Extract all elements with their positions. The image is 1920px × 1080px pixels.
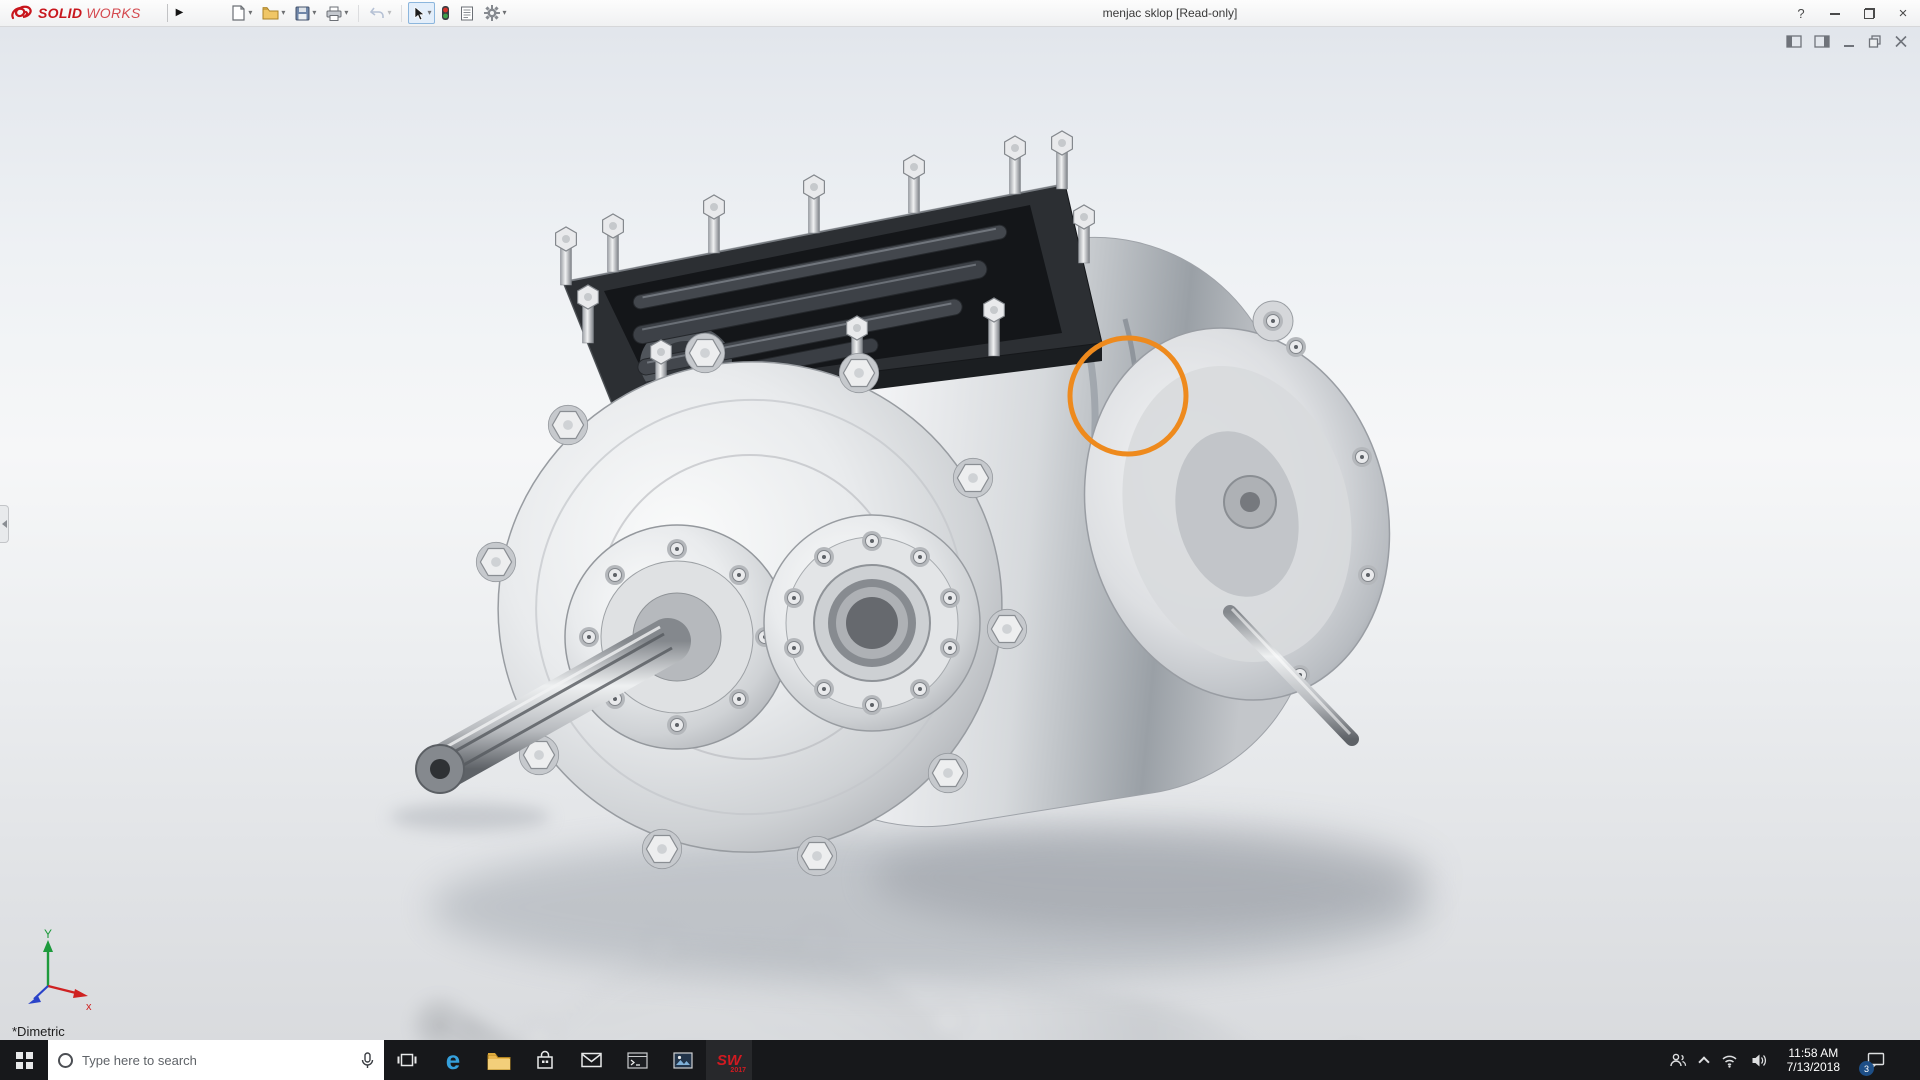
dropdown-caret[interactable]: ▾: [248, 9, 252, 17]
photos-icon: [673, 1051, 693, 1069]
dropdown-caret[interactable]: ▾: [502, 9, 506, 17]
collapsed-panel-tab[interactable]: [0, 505, 9, 543]
save-floppy-icon: [295, 6, 310, 20]
chevron-left-icon: [1, 520, 7, 528]
edge-icon: e: [445, 1045, 461, 1075]
undo-button[interactable]: ▾: [365, 2, 395, 24]
task-view-icon: [397, 1053, 417, 1067]
taskbar-app-photos[interactable]: [660, 1040, 706, 1080]
open-folder-icon: [262, 7, 279, 20]
people-icon[interactable]: [1669, 1052, 1687, 1068]
start-button[interactable]: [0, 1040, 48, 1080]
window-controls: ? ×: [1784, 0, 1920, 27]
graphics-viewport[interactable]: Y x *Dimetric: [0, 27, 1920, 1040]
restore-button[interactable]: [1852, 0, 1886, 27]
open-button[interactable]: ▾: [258, 2, 289, 24]
taskbar-search[interactable]: [48, 1040, 384, 1080]
file-explorer-icon: [487, 1052, 511, 1070]
store-bag-icon: [537, 1050, 553, 1069]
search-input[interactable]: [82, 1052, 352, 1068]
rebuild-button[interactable]: [437, 2, 454, 24]
ground-shadow: [870, 822, 1430, 932]
rebuild-trafficlight-icon: [442, 6, 450, 20]
close-icon: ×: [1898, 5, 1908, 22]
minimize-document-icon[interactable]: [1842, 35, 1856, 48]
solidworks-year-label: 2017: [730, 1067, 746, 1074]
x-axis-arrow: [73, 989, 88, 998]
logo-text-solid: SOLID: [38, 5, 83, 21]
wifi-icon[interactable]: [1721, 1053, 1738, 1068]
solidworks-taskbar-icon: SW: [716, 1051, 742, 1069]
taskbar-app-edge[interactable]: e: [430, 1040, 476, 1080]
gearbox-assembly-model[interactable]: [416, 131, 1428, 885]
new-document-icon: [232, 5, 245, 21]
action-center-button[interactable]: 3: [1859, 1040, 1893, 1080]
terminal-icon: [626, 1051, 648, 1069]
taskbar-clock[interactable]: 11:58 AM 7/13/2018: [1781, 1046, 1846, 1074]
dropdown-caret[interactable]: ▾: [427, 9, 431, 17]
taskbar-app-mail[interactable]: [568, 1040, 614, 1080]
print-icon: [326, 6, 342, 21]
titlebar: SOLID WORKS ▶ ▾ ▾ ▾ ▾ ▾ ▾ ▾ menjac sklop…: [0, 0, 1920, 27]
clock-date: 7/13/2018: [1786, 1060, 1840, 1074]
pane-left-icon[interactable]: [1786, 35, 1802, 48]
close-button[interactable]: ×: [1886, 0, 1920, 27]
file-properties-icon: [461, 6, 474, 20]
taskbar-app-file-explorer[interactable]: [476, 1040, 522, 1080]
screen: SOLID WORKS ▶ ▾ ▾ ▾ ▾ ▾ ▾ ▾ menjac sklop…: [0, 0, 1920, 1080]
document-window-controls: [1786, 35, 1908, 48]
3d-model-canvas[interactable]: [0, 27, 1920, 1040]
dropdown-caret[interactable]: ▾: [281, 9, 285, 17]
logo-text-works: WORKS: [86, 5, 141, 21]
help-button[interactable]: ?: [1784, 0, 1818, 27]
dropdown-caret[interactable]: ▾: [344, 9, 348, 17]
dropdown-caret[interactable]: ▾: [387, 9, 391, 17]
document-title: menjac sklop [Read-only]: [1102, 6, 1238, 20]
volume-icon[interactable]: [1751, 1053, 1768, 1068]
save-button[interactable]: ▾: [291, 2, 320, 24]
y-axis-arrow: [43, 940, 53, 952]
mail-envelope-icon: [580, 1052, 602, 1068]
windows-logo-icon: [15, 1051, 33, 1069]
system-tray: 11:58 AM 7/13/2018 3: [1661, 1040, 1920, 1080]
select-tool-button[interactable]: ▾: [408, 2, 436, 24]
restore-document-icon[interactable]: [1868, 35, 1882, 48]
toolbar-separator: [401, 4, 403, 22]
cortana-circle-icon: [58, 1052, 73, 1068]
select-cursor-icon: [415, 5, 426, 20]
print-button[interactable]: ▾: [322, 2, 352, 24]
microphone-icon[interactable]: [361, 1051, 374, 1069]
taskbar-app-terminal[interactable]: [614, 1040, 660, 1080]
solidworks-logo-mark: [11, 5, 32, 20]
taskbar-app-solidworks[interactable]: SW 2017: [706, 1040, 752, 1080]
minimize-icon: [1830, 12, 1840, 15]
task-view-button[interactable]: [384, 1040, 430, 1080]
close-document-icon[interactable]: [1894, 35, 1908, 48]
windows-taskbar: e SW 2017 11:58 AM 7/13/: [0, 1040, 1920, 1080]
view-orientation-label: *Dimetric: [12, 1024, 65, 1039]
pane-right-icon[interactable]: [1814, 35, 1830, 48]
solidworks-logo: SOLID WORKS: [0, 5, 141, 21]
minimize-button[interactable]: [1818, 0, 1852, 27]
orientation-triad: Y x: [28, 928, 92, 1013]
x-axis-label: x: [86, 1001, 92, 1013]
undo-icon: [370, 7, 385, 18]
hidden-icons-chevron[interactable]: [1697, 1055, 1710, 1068]
notification-badge: 3: [1859, 1061, 1874, 1076]
clock-time: 11:58 AM: [1788, 1046, 1839, 1060]
options-button[interactable]: ▾: [480, 2, 510, 24]
toolbar-separator: [358, 4, 360, 22]
shaft-shadow: [390, 803, 550, 831]
file-properties-button[interactable]: [456, 2, 478, 24]
taskbar-app-store[interactable]: [522, 1040, 568, 1080]
gear-icon: [484, 5, 501, 21]
restore-icon: [1863, 8, 1875, 19]
featuremanager-flyout-arrow[interactable]: ▶: [166, 4, 192, 22]
dropdown-caret[interactable]: ▾: [312, 9, 316, 17]
y-axis-label: Y: [44, 928, 52, 941]
new-document-button[interactable]: ▾: [227, 2, 256, 24]
standard-toolbar: ▾ ▾ ▾ ▾ ▾ ▾ ▾: [227, 2, 510, 24]
